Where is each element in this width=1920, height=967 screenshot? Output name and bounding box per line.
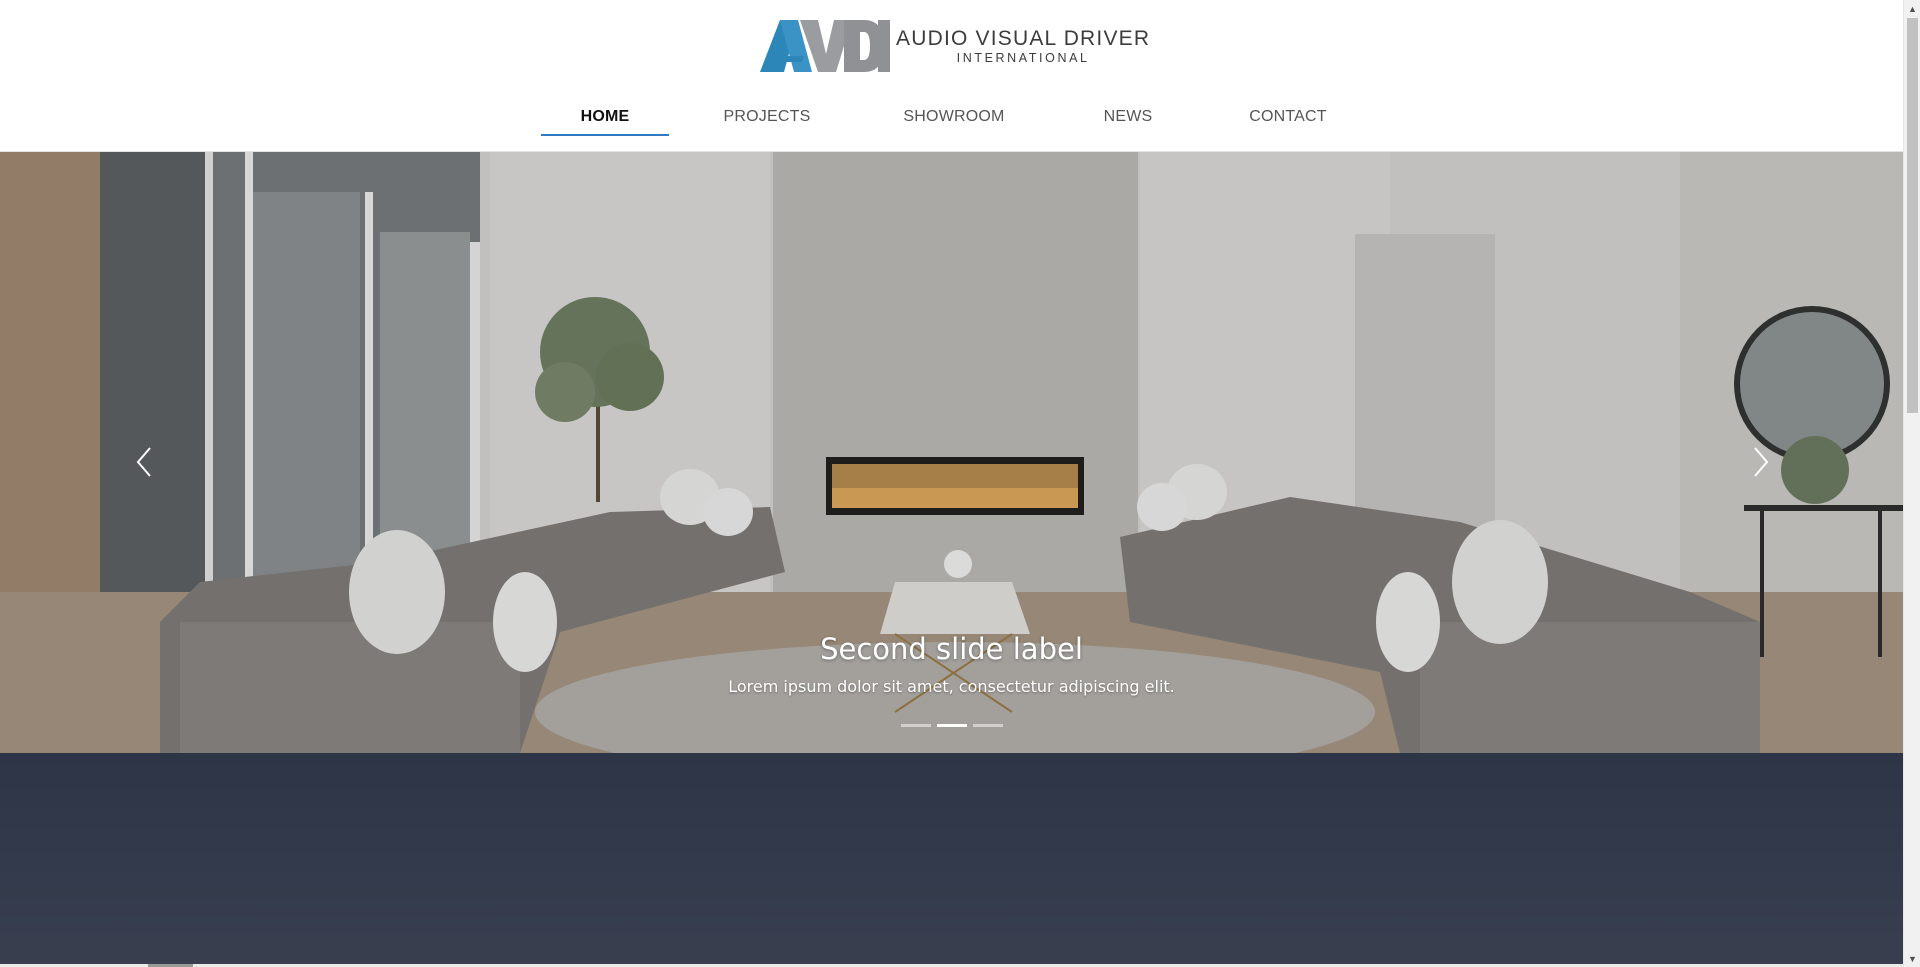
carousel-indicators	[901, 724, 1003, 727]
carousel-caption-title: Second slide label	[820, 632, 1083, 666]
scroll-up-icon[interactable]: ▲	[1904, 0, 1920, 17]
carousel-indicator-3[interactable]	[973, 724, 1003, 727]
nav-contact[interactable]: CONTACT	[1238, 98, 1338, 134]
carousel-prev-button[interactable]	[114, 432, 174, 492]
carousel-indicator-2[interactable]	[937, 724, 967, 727]
carousel-caption-text: Lorem ipsum dolor sit amet, consectetur …	[728, 677, 1175, 696]
brand-subtitle: INTERNATIONAL	[956, 50, 1090, 65]
scrollbar-thumb[interactable]	[1907, 18, 1918, 413]
nav-home[interactable]: HOME	[541, 98, 669, 136]
avdi-logo-mark-icon	[760, 20, 890, 72]
carousel-next-button[interactable]	[1731, 432, 1791, 492]
dark-content-section	[0, 753, 1903, 967]
nav-showroom[interactable]: SHOWROOM	[884, 98, 1024, 134]
nav-news[interactable]: NEWS	[1078, 98, 1178, 134]
chevron-left-icon	[136, 447, 151, 477]
carousel-indicator-1[interactable]	[901, 724, 931, 727]
brand-name: AUDIO VISUAL DRIVER	[896, 26, 1151, 50]
chevron-right-icon	[1754, 447, 1769, 477]
nav-projects[interactable]: PROJECTS	[706, 98, 828, 134]
scroll-down-icon[interactable]: ▼	[1904, 950, 1920, 967]
logo[interactable]: AUDIO VISUAL DRIVER INTERNATIONAL	[760, 20, 1150, 72]
site-header: AUDIO VISUAL DRIVER INTERNATIONAL HOME P…	[0, 0, 1903, 152]
vertical-scrollbar[interactable]: ▲ ▼	[1903, 0, 1920, 967]
hero-carousel: Second slide label Lorem ipsum dolor sit…	[0, 152, 1903, 753]
main-nav: HOME PROJECTS SHOWROOM NEWS CONTACT	[0, 98, 1903, 138]
